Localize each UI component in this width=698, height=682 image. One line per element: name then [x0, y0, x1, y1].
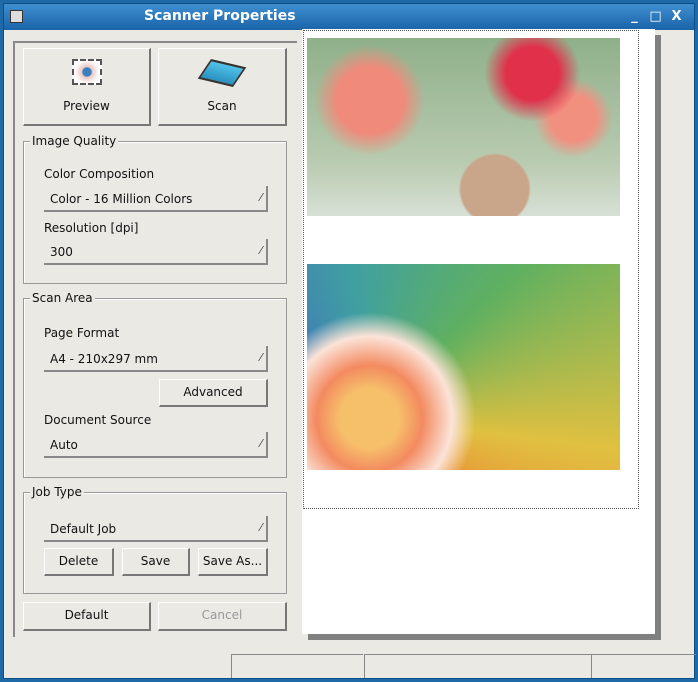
close-button[interactable]: X [668, 9, 685, 25]
status-section-2 [364, 654, 591, 678]
dropdown-arrow-icon: ⁄ [260, 521, 262, 534]
save-as-button[interactable]: Save As... [198, 548, 268, 576]
dropdown-arrow-icon: ⁄ [260, 437, 262, 450]
delete-button[interactable]: Delete [44, 548, 114, 576]
job-type-value: Default Job [50, 522, 117, 536]
scan-area-group: Scan Area Page Format A4 - 210x297 mm ⁄ A… [23, 291, 287, 478]
color-composition-value: Color - 16 Million Colors [50, 192, 193, 206]
page-format-value: A4 - 210x297 mm [50, 352, 158, 366]
status-section-3 [591, 654, 696, 678]
page-format-select[interactable]: A4 - 210x297 mm ⁄ [44, 346, 268, 372]
job-type-select[interactable]: Default Job ⁄ [44, 516, 268, 542]
app-icon [10, 10, 23, 23]
resolution-value: 300 [50, 245, 73, 259]
save-button[interactable]: Save [122, 548, 190, 576]
document-source-label: Document Source [44, 413, 152, 427]
default-button[interactable]: Default [23, 602, 151, 631]
image-quality-group: Image Quality Color Composition Color - … [23, 134, 287, 284]
resolution-label: Resolution [dpi] [44, 221, 139, 235]
scanner-properties-window: Scanner Properties _ □ X Preview Scan Im… [3, 3, 696, 679]
dropdown-arrow-icon: ⁄ [260, 191, 262, 204]
minimize-button[interactable]: _ [626, 9, 643, 25]
title-bar: Scanner Properties _ □ X [4, 4, 694, 30]
window-title: Scanner Properties [144, 8, 296, 24]
image-quality-legend: Image Quality [30, 134, 119, 148]
scan-area-legend: Scan Area [30, 291, 95, 305]
dropdown-arrow-icon: ⁄ [260, 351, 262, 364]
preview-label: Preview [63, 99, 110, 113]
job-type-legend: Job Type [30, 485, 84, 499]
status-section-1 [231, 654, 363, 678]
dropdown-arrow-icon: ⁄ [260, 244, 262, 257]
job-type-group: Job Type Default Job ⁄ Delete Save Save A… [23, 485, 287, 594]
document-source-select[interactable]: Auto ⁄ [44, 432, 268, 458]
scan-label: Scan [207, 99, 237, 113]
page-format-label: Page Format [44, 326, 120, 340]
color-composition-select[interactable]: Color - 16 Million Colors ⁄ [44, 186, 268, 212]
preview-image-flower-closeup [307, 264, 620, 470]
resolution-select[interactable]: 300 ⁄ [44, 239, 268, 265]
document-source-value: Auto [50, 438, 78, 452]
preview-button[interactable]: Preview [23, 48, 151, 126]
maximize-button[interactable]: □ [647, 9, 664, 25]
scanner-icon [197, 59, 247, 87]
scan-button[interactable]: Scan [158, 48, 287, 126]
preview-image-flowers-cat [307, 38, 620, 216]
preview-page [302, 29, 655, 634]
color-composition-label: Color Composition [44, 167, 155, 181]
cancel-button: Cancel [158, 602, 287, 631]
eye-preview-icon [71, 59, 102, 85]
advanced-button[interactable]: Advanced [159, 379, 268, 407]
